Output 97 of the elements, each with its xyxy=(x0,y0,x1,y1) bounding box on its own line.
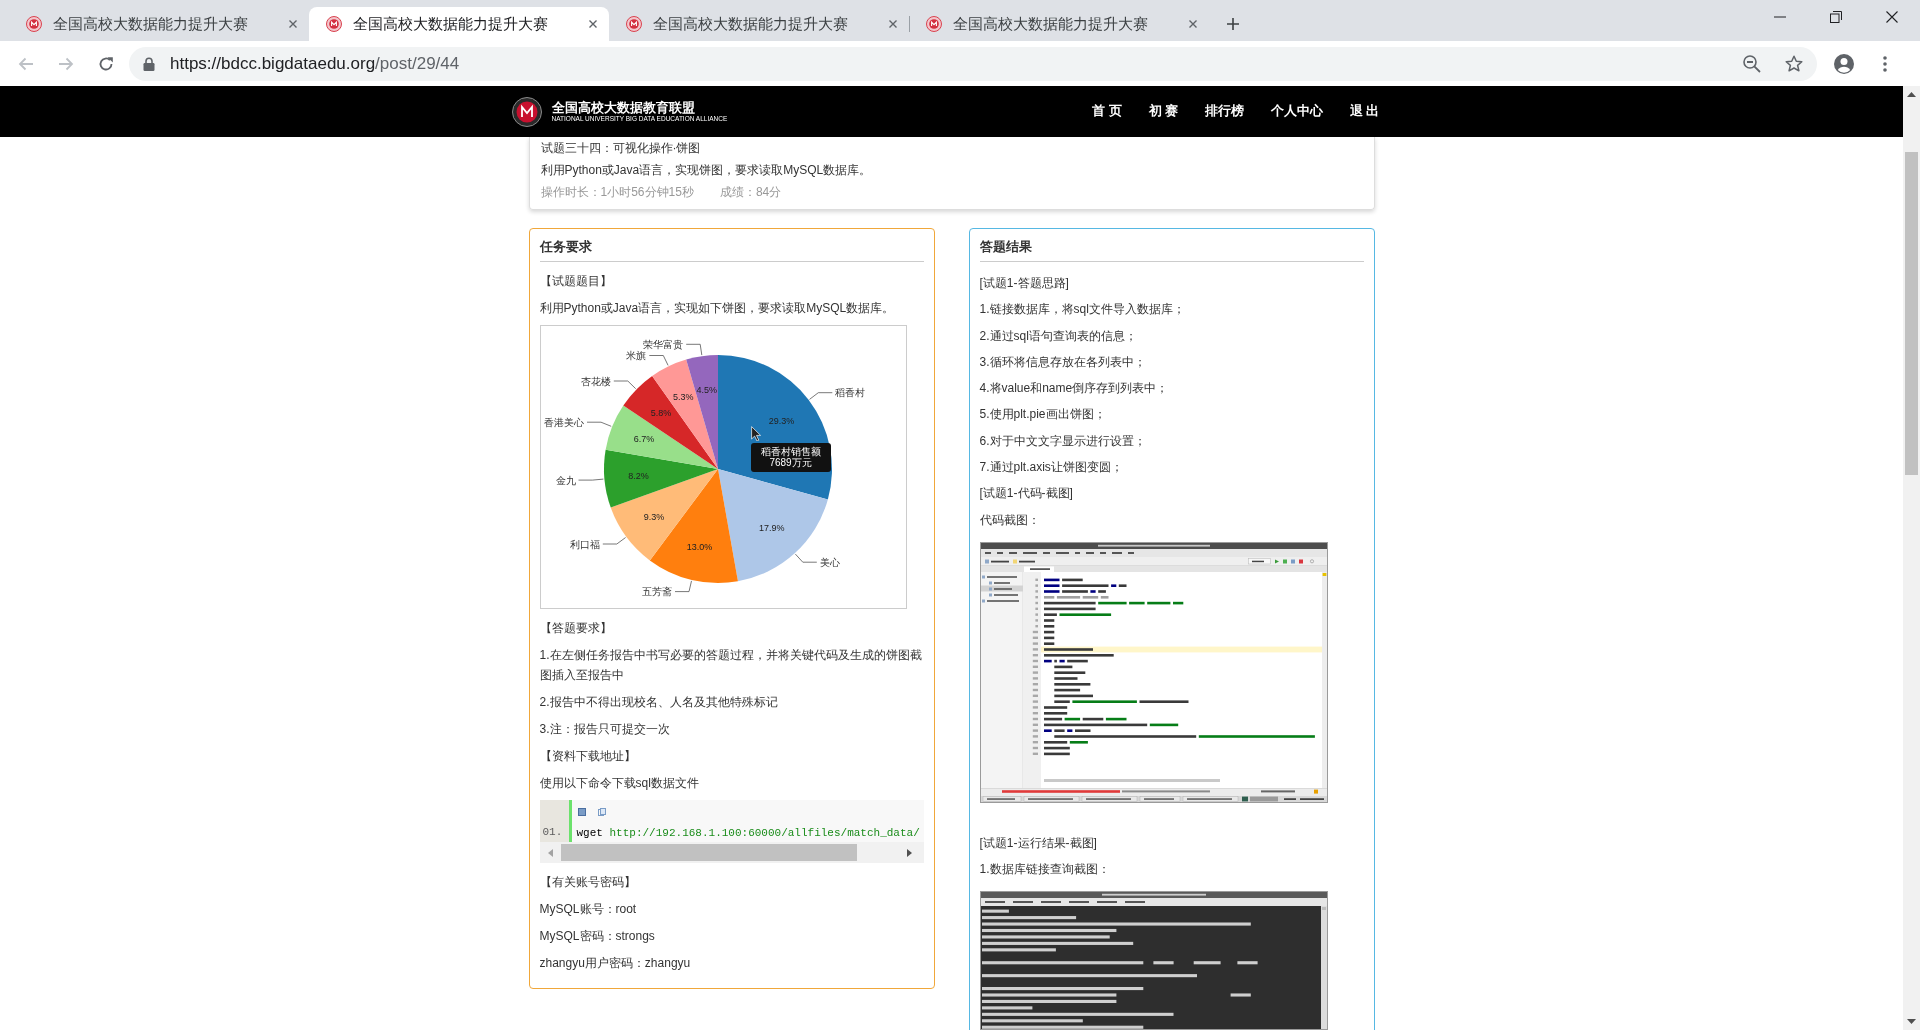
paragraph: 使用以下命令下载sql数据文件 xyxy=(539,775,700,792)
slice-label: 米旗 xyxy=(625,350,646,361)
paragraph: 代码截图： xyxy=(979,511,1041,529)
paragraph: 1.数据库链接查询截图： xyxy=(979,860,1111,878)
nav-link[interactable]: 个人中心 xyxy=(1269,103,1325,120)
new-tab-icon[interactable] xyxy=(1226,17,1240,31)
line-number: 01. xyxy=(542,825,563,839)
paragraph: 1.在左侧任务报告中书写必要的答题过程，并将关键代码及生成的饼图截图插入至报告中 xyxy=(539,647,923,684)
slice-value-label: 5.8% xyxy=(650,408,671,419)
exam-description: 利用Python或Java语言，实现饼图，要求读取MySQL数据库。 xyxy=(540,162,873,179)
leader-line xyxy=(794,553,817,563)
favicon-icon xyxy=(926,16,942,32)
card-heading: 答题结果 xyxy=(979,229,1364,262)
leader-line xyxy=(808,392,833,400)
paragraph: 7.通过plt.axis让饼图变圆； xyxy=(979,459,1124,477)
reload-icon[interactable] xyxy=(98,55,114,72)
paragraph: zhangyu用户密码：zhangyu xyxy=(539,955,692,972)
paragraph: MySQL密码：strongs xyxy=(539,928,656,945)
copy-icon[interactable] xyxy=(597,808,606,816)
leader-line xyxy=(685,343,702,356)
cursor-icon xyxy=(750,426,761,441)
favicon-icon xyxy=(326,16,342,32)
nav-link[interactable]: 排行榜 xyxy=(1203,103,1246,120)
slice-value-label: 5.3% xyxy=(672,392,694,403)
paragraph: 1.链接数据库，将sql文件导入数据库； xyxy=(979,301,1186,319)
slice-value-label: 17.9% xyxy=(758,523,784,533)
scroll-right-icon[interactable] xyxy=(906,848,912,857)
browser-tab[interactable]: 全国高校大数据能力提升大赛 xyxy=(9,7,309,41)
slice-value-label: 9.3% xyxy=(643,511,664,522)
slice-label: 美心 xyxy=(819,556,840,568)
horizontal-scrollbar[interactable] xyxy=(539,842,924,863)
address-bar[interactable]: https://bdcc.bigdataedu.org/post/29/44 xyxy=(129,46,1817,81)
logo-title: 全国高校大数据教育联盟 xyxy=(551,100,696,115)
scrollbar-thumb[interactable] xyxy=(560,844,857,861)
slice-label: 五芳斋 xyxy=(641,586,672,598)
lock-icon xyxy=(143,56,155,71)
slice-value-label: 29.3% xyxy=(768,415,794,426)
slice-value-label: 8.2% xyxy=(627,471,649,481)
leader-line xyxy=(601,537,626,545)
slice-label: 香港美心 xyxy=(543,416,584,428)
close-icon[interactable] xyxy=(588,19,598,29)
paragraph: MySQL账号：root xyxy=(539,901,638,918)
vertical-scrollbar[interactable] xyxy=(1903,86,1920,1030)
scroll-up-icon[interactable] xyxy=(1907,92,1916,97)
paragraph: 2.通过sql语句查询表的信息； xyxy=(979,327,1138,345)
slice-label: 利口福 xyxy=(569,538,600,550)
slice-label: 杏花楼 xyxy=(580,375,611,387)
slice-label: 金九 xyxy=(555,474,575,486)
browser-tab[interactable]: 全国高校大数据能力提升大赛 xyxy=(309,7,609,41)
close-icon[interactable] xyxy=(1886,11,1898,23)
paragraph: 3.循环将信息存放在各列表中； xyxy=(979,353,1147,371)
nav-link[interactable]: 退 出 xyxy=(1348,103,1382,120)
exam-title: 试题三十四：可视化操作·饼图 xyxy=(540,140,702,157)
slice-value-label: 13.0% xyxy=(686,541,712,552)
card-heading: 任务要求 xyxy=(539,229,924,262)
slice-value-label: 6.7% xyxy=(633,434,654,445)
nav-link[interactable]: 首 页 xyxy=(1090,103,1124,120)
paragraph: 6.对于中文文字显示进行设置； xyxy=(979,432,1147,450)
bookmark-star-icon[interactable] xyxy=(1785,54,1803,73)
paragraph: 3.注：报告只可提交一次 xyxy=(539,721,671,738)
browser-tab[interactable]: 全国高校大数据能力提升大赛 xyxy=(609,7,909,41)
favicon-icon xyxy=(26,16,42,32)
scroll-down-icon[interactable] xyxy=(1907,1019,1916,1024)
favicon-icon xyxy=(626,16,642,32)
paragraph: [试题1-运行结果-截图] xyxy=(979,834,1098,852)
browser-tab[interactable]: 全国高校大数据能力提升大赛 xyxy=(909,7,1209,41)
url-text[interactable]: https://bdcc.bigdataedu.org/post/29/44 xyxy=(170,53,460,74)
chart-tooltip: 稻香村销售额 7689万元 xyxy=(750,443,831,472)
leader-line xyxy=(586,421,612,427)
paragraph: 【资料下载地址】 xyxy=(539,748,637,765)
paragraph: 利用Python或Java语言，实现如下饼图，要求读取MySQL数据库。 xyxy=(539,300,896,317)
zoom-out-icon[interactable] xyxy=(1743,54,1761,73)
paragraph: [试题1-答题思路] xyxy=(979,275,1070,292)
paragraph: 【有关账号密码】 xyxy=(539,874,637,891)
menu-icon[interactable] xyxy=(1883,55,1887,72)
slice-value-label: 4.5% xyxy=(696,385,717,395)
slice-label: 荣华富贵 xyxy=(642,338,683,350)
paragraph: 【试题题目】 xyxy=(539,273,613,290)
leader-line xyxy=(674,580,692,592)
restore-icon[interactable] xyxy=(1830,11,1842,23)
paragraph: 【答题要求】 xyxy=(539,620,613,637)
leader-line xyxy=(612,380,636,390)
duration-text: 操作时长：1小时56分钟15秒 xyxy=(540,185,694,199)
logo-icon[interactable] xyxy=(511,96,542,127)
score-text: 成绩：84分 xyxy=(719,185,782,199)
slice-label: 稻香村 xyxy=(834,387,865,399)
paragraph: [试题1-代码-截图] xyxy=(979,485,1074,503)
paragraph: 5.使用plt.pie画出饼图； xyxy=(979,406,1107,424)
scrollbar-thumb[interactable] xyxy=(1905,152,1918,475)
account-icon[interactable] xyxy=(1834,53,1854,74)
paragraph: 2.报告中不得出现校名、人名及其他特殊标记 xyxy=(539,694,779,711)
view-source-icon[interactable] xyxy=(577,808,586,816)
leader-line xyxy=(577,478,604,481)
code-line: wget http://192.168.1.100:60000/allfiles/match_data/ xyxy=(575,826,921,841)
paragraph: 4.将value和name倒序存到列表中； xyxy=(979,380,1170,398)
leader-line xyxy=(648,355,668,366)
nav-link[interactable]: 初 赛 xyxy=(1146,103,1180,120)
